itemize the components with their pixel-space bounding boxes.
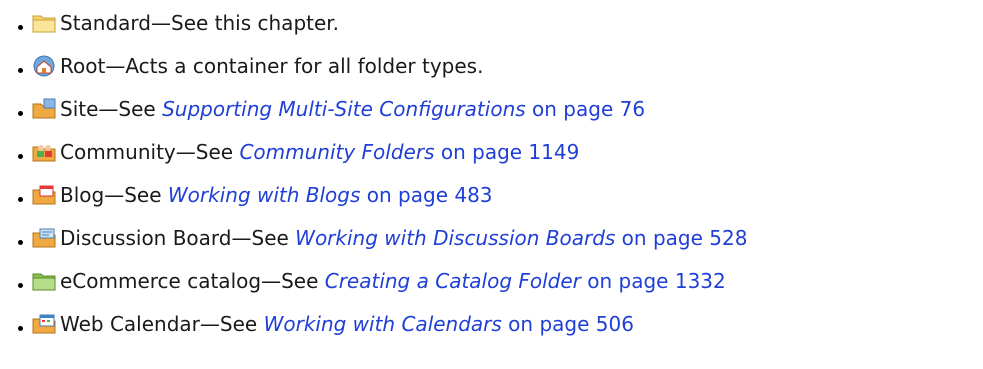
item-label: eCommerce catalog: [60, 269, 262, 293]
item-label: Site: [60, 97, 99, 121]
item-description: See: [118, 97, 163, 121]
item-description: See: [281, 269, 325, 293]
chapter-link[interactable]: Creating a Catalog Folder: [325, 269, 581, 293]
standard-folder-icon: [32, 15, 56, 33]
chapter-link[interactable]: Working with Calendars: [264, 312, 502, 336]
bullet: [18, 68, 23, 73]
bullet: [18, 154, 23, 159]
web-calendar-folder-icon: [32, 314, 56, 334]
bullet: [18, 111, 23, 116]
item-description: See: [124, 183, 168, 207]
chapter-link[interactable]: Community Folders: [239, 140, 434, 164]
item-description: Acts a container for all folder types.: [125, 54, 484, 78]
site-folder-icon: [32, 98, 56, 119]
item-description: See this chapter.: [171, 11, 340, 35]
item-label: Community: [60, 140, 176, 164]
item-label: Standard: [60, 11, 151, 35]
item-description: See: [219, 312, 264, 336]
dash: —: [261, 269, 282, 293]
item-label: Web Calendar: [60, 312, 200, 336]
dash: —: [105, 54, 126, 78]
dash: —: [104, 183, 125, 207]
dash: —: [98, 97, 119, 121]
item-label: Root: [60, 54, 106, 78]
bullet: [18, 25, 23, 30]
root-folder-icon: [33, 55, 55, 77]
community-folder-icon: [32, 145, 56, 162]
chapter-link[interactable]: Supporting Multi-Site Configurations: [162, 97, 526, 121]
dash: —: [231, 226, 252, 250]
bullet: [18, 240, 23, 245]
item-description: See: [195, 140, 240, 164]
chapter-link[interactable]: Working with Discussion Boards: [295, 226, 615, 250]
dash: —: [175, 140, 196, 164]
bullet: [18, 283, 23, 288]
dash: —: [199, 312, 220, 336]
page-link[interactable]: on page 1149: [435, 140, 580, 164]
page-link[interactable]: on page 76: [526, 97, 645, 121]
page-link[interactable]: on page 528: [615, 226, 748, 250]
blog-folder-icon: [32, 185, 56, 205]
page-link[interactable]: on page 506: [502, 312, 634, 336]
item-label: Discussion Board: [60, 226, 232, 250]
item-description: See: [251, 226, 296, 250]
chapter-link[interactable]: Working with Blogs: [168, 183, 361, 207]
bullet: [18, 326, 23, 331]
ecommerce-catalog-folder-icon: [32, 273, 56, 291]
page-link[interactable]: on page 1332: [581, 269, 726, 293]
page-link[interactable]: on page 483: [360, 183, 493, 207]
item-label: Blog: [60, 183, 105, 207]
dash: —: [151, 11, 171, 35]
bullet: [18, 197, 23, 202]
discussion-board-folder-icon: [32, 228, 56, 248]
